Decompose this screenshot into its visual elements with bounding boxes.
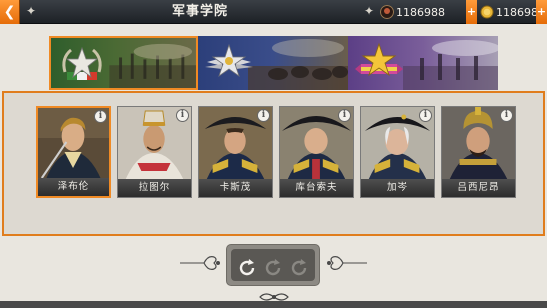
general-card[interactable]: i 泽布伦 bbox=[36, 106, 111, 198]
general-name: 库台索夫 bbox=[280, 179, 353, 197]
general-card[interactable]: i 吕西尼昂 bbox=[441, 106, 516, 198]
refresh-controls bbox=[226, 244, 320, 286]
generals-panel: i 泽布伦 i 拉图尔 i 卡斯茂 i 库台索夫 i 加岑 i 吕西尼昂 bbox=[2, 91, 545, 236]
winged-star-medal-icon bbox=[205, 43, 253, 78]
refresh-disabled-icon bbox=[265, 259, 281, 276]
general-name: 卡斯茂 bbox=[199, 179, 272, 197]
general-card[interactable]: i 加岑 bbox=[360, 106, 435, 198]
flourish-left-icon bbox=[180, 256, 220, 270]
gold-coin-icon bbox=[480, 5, 494, 19]
info-icon[interactable]: i bbox=[419, 109, 432, 122]
info-icon[interactable]: i bbox=[94, 110, 107, 123]
resource-medals-value: 118698818 bbox=[396, 5, 446, 19]
info-icon[interactable]: i bbox=[176, 109, 189, 122]
back-button[interactable]: ❮ bbox=[0, 0, 20, 24]
back-arrow-icon: ❮ bbox=[3, 4, 16, 20]
general-name: 吕西尼昂 bbox=[442, 179, 515, 197]
resource-gold-value: 118698809 bbox=[496, 5, 536, 19]
resource-medals: 118698818 bbox=[380, 3, 446, 21]
general-name: 拉图尔 bbox=[118, 179, 191, 197]
general-card[interactable]: i 拉图尔 bbox=[117, 106, 192, 198]
general-card[interactable]: i 库台索夫 bbox=[279, 106, 354, 198]
ornament-icon: ✦ bbox=[25, 4, 37, 18]
add-medals-button[interactable]: + bbox=[466, 0, 477, 24]
medal-resource-icon bbox=[380, 5, 394, 19]
refresh-disabled-icon bbox=[291, 259, 307, 276]
page-title: 军事学院 bbox=[171, 4, 228, 19]
bottom-bar bbox=[0, 301, 547, 308]
general-card[interactable]: i 卡斯茂 bbox=[198, 106, 273, 198]
resource-gold: 118698809 bbox=[480, 3, 536, 21]
top-bar: ❮ ✦ 军事学院 ✦ 118698818 + 118698809 + bbox=[0, 0, 547, 24]
info-icon[interactable]: i bbox=[338, 109, 351, 122]
tab-category-1[interactable] bbox=[49, 36, 198, 90]
info-icon[interactable]: i bbox=[500, 109, 513, 122]
laurel-star-medal-icon bbox=[62, 46, 102, 80]
general-name: 泽布伦 bbox=[38, 178, 109, 196]
refresh-controls-inner bbox=[231, 249, 315, 281]
tab-category-3[interactable] bbox=[348, 36, 498, 90]
flourish-right-icon bbox=[327, 256, 367, 270]
ornament-icon: ✦ bbox=[363, 4, 375, 18]
info-icon[interactable]: i bbox=[257, 109, 270, 122]
refresh-icon[interactable] bbox=[237, 258, 257, 278]
add-gold-button[interactable]: + bbox=[536, 0, 547, 24]
tab-category-2[interactable] bbox=[198, 36, 348, 90]
general-name: 加岑 bbox=[361, 179, 434, 197]
gold-star-ribbon-medal-icon bbox=[355, 42, 403, 77]
